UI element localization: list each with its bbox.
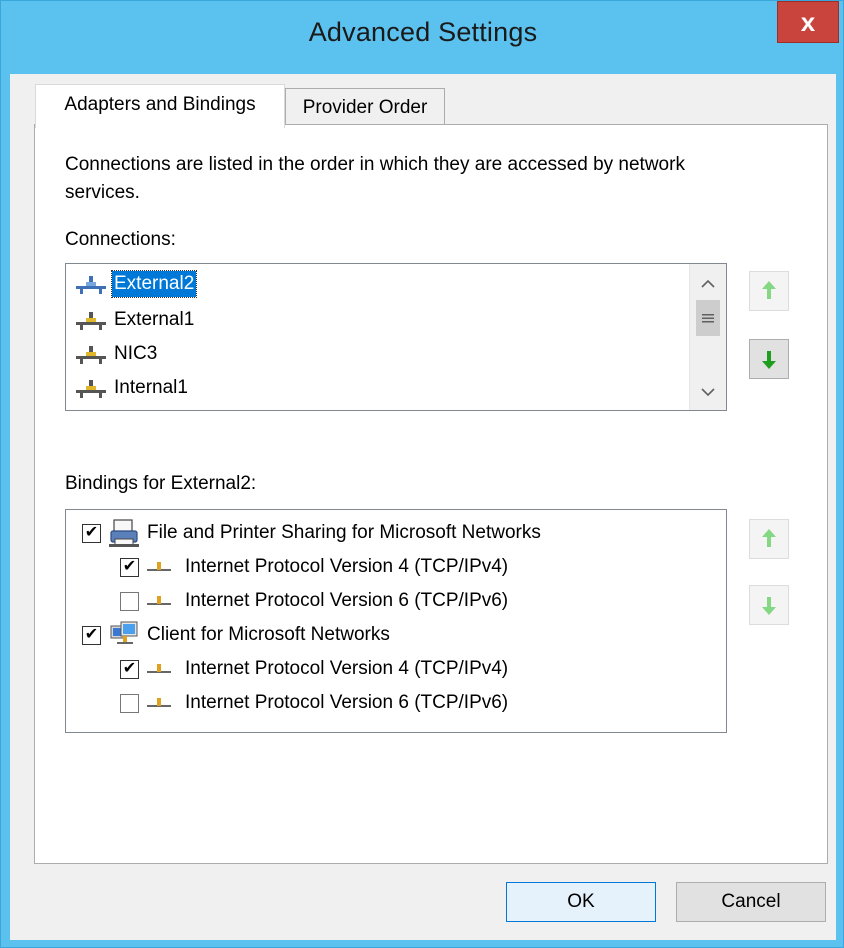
chevron-down-icon bbox=[701, 388, 715, 397]
cancel-button[interactable]: Cancel bbox=[676, 882, 826, 922]
window-title: Advanced Settings bbox=[308, 17, 538, 47]
arrow-up-icon bbox=[762, 281, 776, 299]
connection-label: Internal1 bbox=[114, 377, 188, 398]
binding-checkbox[interactable]: ✔ bbox=[82, 625, 101, 645]
printer-share-icon bbox=[109, 519, 139, 547]
dialog-client-area: Adapters and Bindings Provider Order Con… bbox=[10, 74, 836, 940]
network-adapter-icon bbox=[76, 346, 106, 364]
arrow-up-icon bbox=[762, 529, 776, 547]
binding-row-ipv4[interactable]: ✔ Internet Protocol Version 4 (TCP/IPv4) bbox=[120, 652, 508, 686]
connection-label: External2 bbox=[110, 270, 198, 298]
network-adapter-icon bbox=[76, 312, 106, 330]
binding-checkbox[interactable] bbox=[120, 591, 139, 611]
arrow-down-icon bbox=[762, 597, 776, 615]
binding-checkbox[interactable]: ✔ bbox=[120, 659, 139, 679]
binding-row-file-printer-sharing[interactable]: ✔ File and Printer Sharing for Microsoft… bbox=[82, 516, 541, 550]
scroll-down-button[interactable] bbox=[690, 376, 726, 408]
binding-row-client-networks[interactable]: ✔ Client for Microsoft Networks bbox=[82, 618, 390, 652]
protocol-icon bbox=[147, 664, 171, 673]
scroll-up-button[interactable] bbox=[690, 268, 726, 300]
bindings-tree[interactable]: ✔ File and Printer Sharing for Microsoft… bbox=[65, 509, 727, 733]
title-bar[interactable]: Advanced Settings x bbox=[1, 1, 844, 73]
chevron-up-icon bbox=[701, 279, 715, 288]
protocol-icon bbox=[147, 698, 171, 707]
binding-checkbox[interactable]: ✔ bbox=[120, 557, 139, 577]
tab-panel-adapters-and-bindings: Connections are listed in the order in w… bbox=[34, 124, 828, 864]
network-adapter-icon bbox=[76, 276, 106, 294]
close-button[interactable]: x bbox=[777, 1, 839, 43]
binding-label: Internet Protocol Version 4 (TCP/IPv4) bbox=[185, 658, 509, 679]
client-network-icon bbox=[110, 621, 138, 644]
connection-item-external1[interactable]: External1 bbox=[74, 304, 196, 336]
connections-label: Connections: bbox=[65, 229, 176, 250]
connection-item-internal1[interactable]: Internal1 bbox=[74, 372, 190, 404]
binding-label: Internet Protocol Version 6 (TCP/IPv6) bbox=[185, 590, 509, 611]
binding-row-ipv6[interactable]: Internet Protocol Version 6 (TCP/IPv6) bbox=[120, 584, 508, 618]
bindings-label: Bindings for External2: bbox=[65, 473, 257, 494]
grip-icon bbox=[702, 314, 714, 323]
advanced-settings-window: Advanced Settings x Adapters and Binding… bbox=[0, 0, 844, 948]
protocol-icon bbox=[147, 562, 171, 571]
binding-checkbox[interactable]: ✔ bbox=[82, 523, 101, 543]
binding-label: File and Printer Sharing for Microsoft N… bbox=[147, 522, 541, 543]
connection-move-down-button[interactable] bbox=[749, 339, 789, 379]
connection-label: NIC3 bbox=[114, 343, 158, 364]
binding-row-ipv4[interactable]: ✔ Internet Protocol Version 4 (TCP/IPv4) bbox=[120, 550, 508, 584]
binding-label: Client for Microsoft Networks bbox=[147, 624, 390, 645]
connections-scrollbar[interactable] bbox=[689, 264, 726, 410]
connection-label: External1 bbox=[114, 309, 195, 330]
connection-move-up-button[interactable] bbox=[749, 271, 789, 311]
tab-adapters-and-bindings[interactable]: Adapters and Bindings bbox=[35, 84, 285, 128]
arrow-down-icon bbox=[762, 351, 776, 369]
binding-row-ipv6[interactable]: Internet Protocol Version 6 (TCP/IPv6) bbox=[120, 686, 508, 720]
binding-label: Internet Protocol Version 6 (TCP/IPv6) bbox=[185, 692, 509, 713]
description-text: Connections are listed in the order in w… bbox=[65, 154, 685, 203]
protocol-icon bbox=[147, 596, 171, 605]
ok-button[interactable]: OK bbox=[506, 882, 656, 922]
connections-list[interactable]: External2 External1 NIC3 Internal1 bbox=[65, 263, 727, 411]
connection-item-external2[interactable]: External2 bbox=[74, 268, 198, 300]
connection-item-nic3[interactable]: NIC3 bbox=[74, 338, 159, 370]
binding-move-down-button[interactable] bbox=[749, 585, 789, 625]
binding-move-up-button[interactable] bbox=[749, 519, 789, 559]
network-adapter-icon bbox=[76, 380, 106, 398]
scroll-thumb[interactable] bbox=[696, 300, 720, 336]
binding-checkbox[interactable] bbox=[120, 693, 139, 713]
binding-label: Internet Protocol Version 4 (TCP/IPv4) bbox=[185, 556, 509, 577]
tab-provider-order[interactable]: Provider Order bbox=[285, 88, 445, 126]
